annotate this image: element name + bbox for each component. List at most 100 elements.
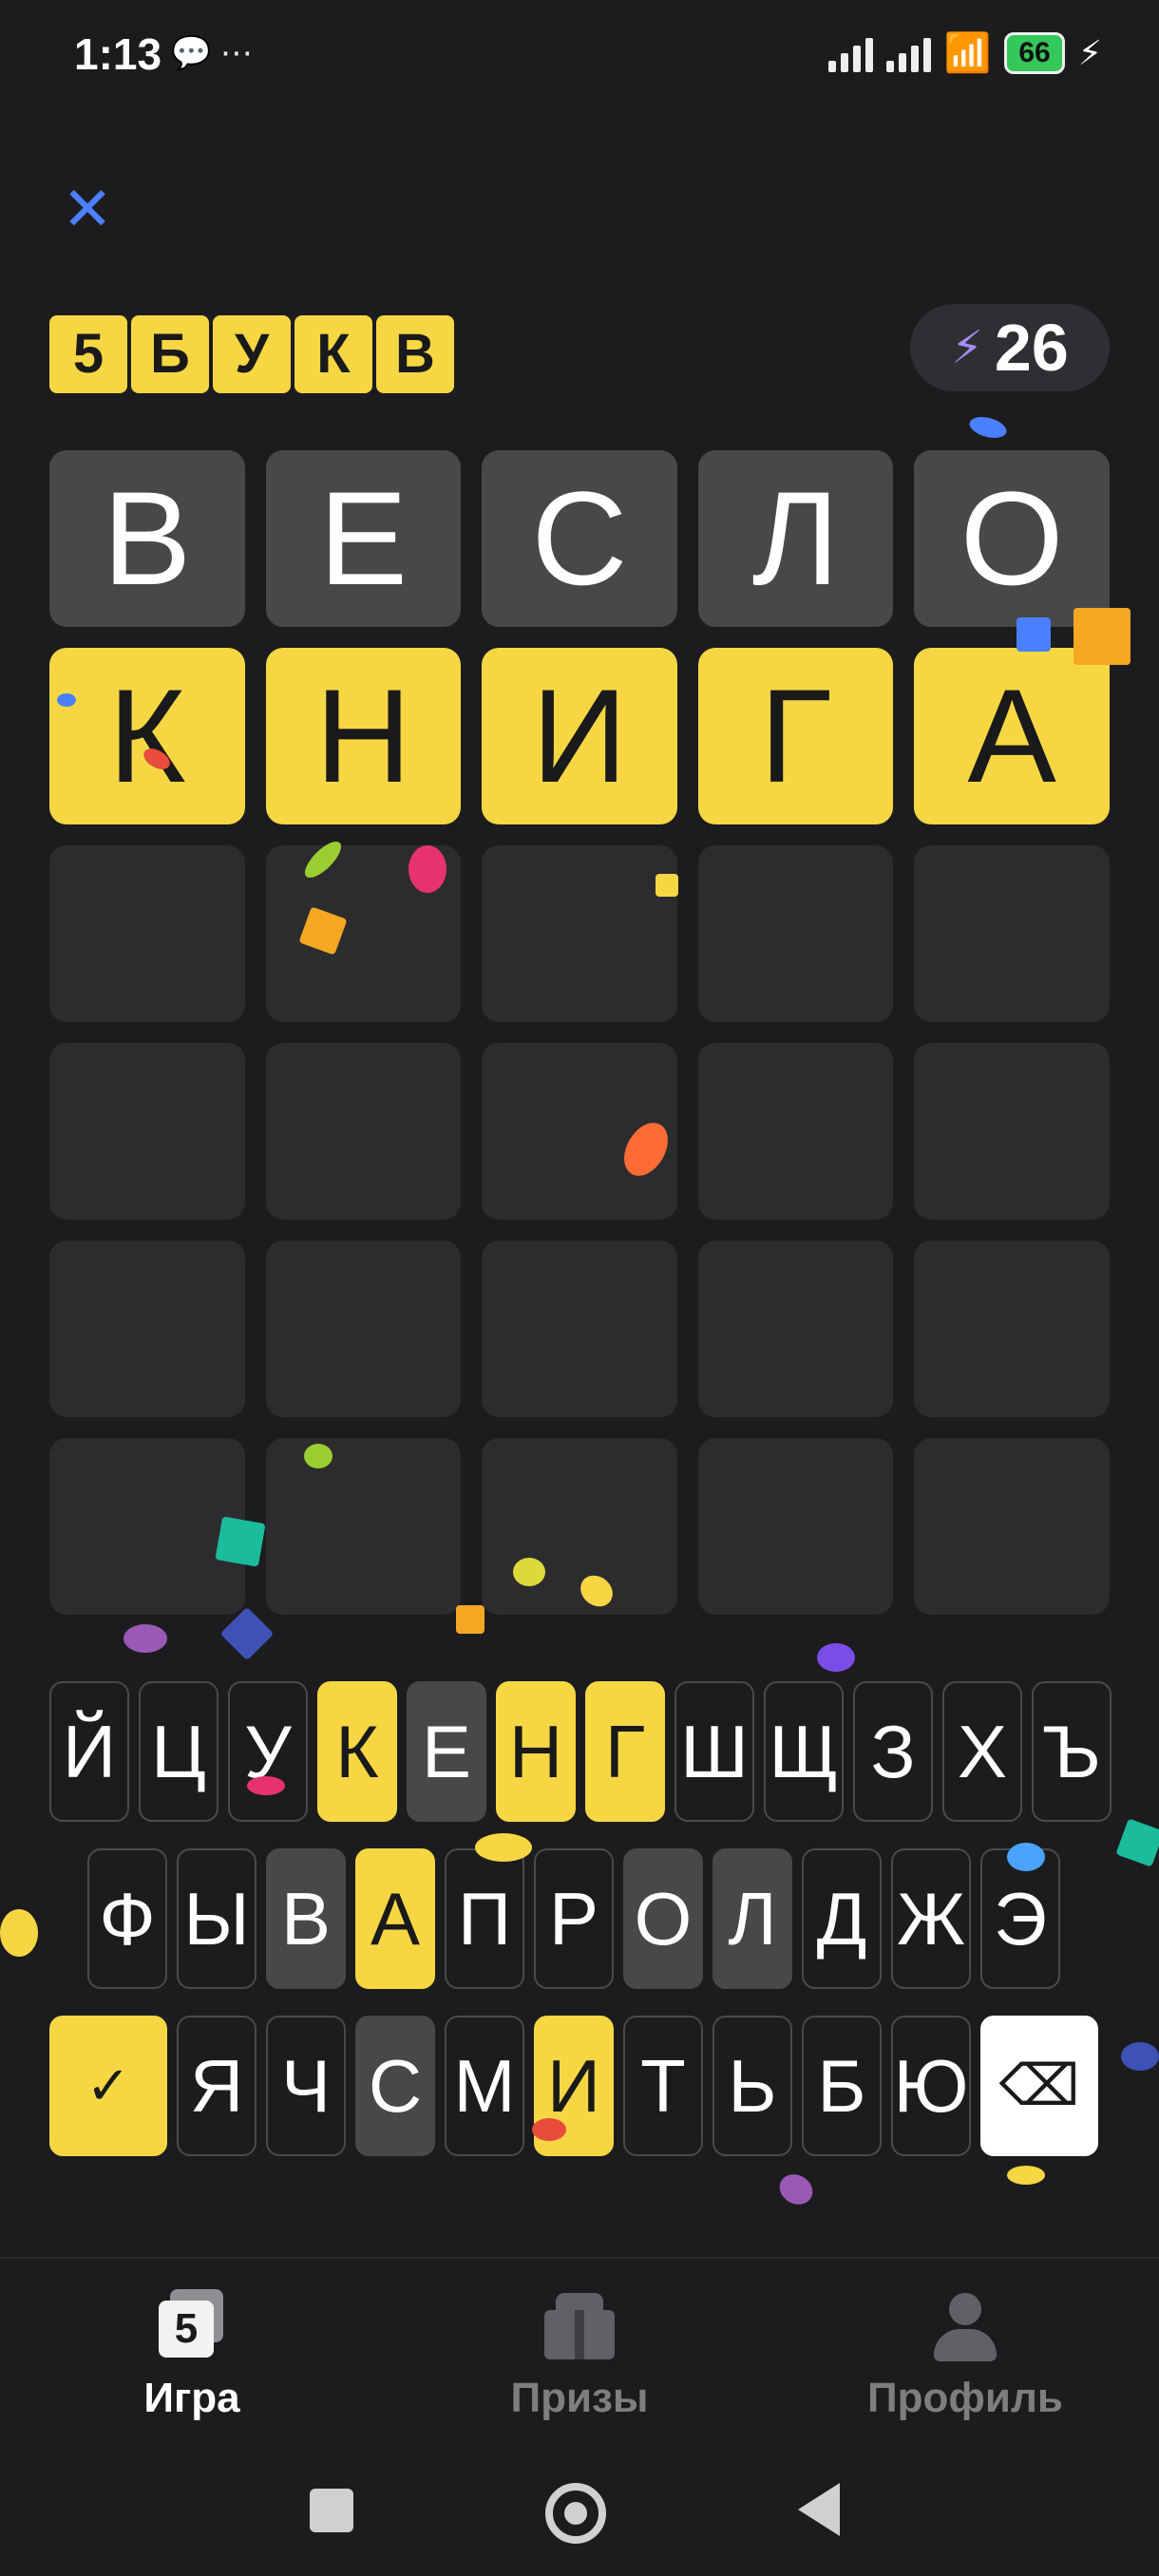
tab-game[interactable]: 5 Игра	[49, 2287, 334, 2422]
key[interactable]: Д	[802, 1848, 882, 1989]
key[interactable]: К	[317, 1681, 397, 1822]
board-tile	[482, 1043, 677, 1220]
board-tile	[697, 1043, 894, 1220]
confetti-piece	[1121, 2042, 1159, 2071]
status-time: 1:13	[74, 29, 162, 79]
close-button[interactable]: ✕	[59, 179, 116, 239]
key[interactable]: И	[534, 2016, 614, 2156]
key[interactable]: Ь	[712, 2016, 792, 2156]
board-tile	[697, 1438, 894, 1615]
key[interactable]: Й	[49, 1681, 129, 1822]
close-icon: ✕	[62, 175, 113, 243]
key[interactable]: Э	[980, 1848, 1060, 1989]
board-tile	[914, 1438, 1110, 1615]
key[interactable]: Ф	[87, 1848, 167, 1989]
board-tile	[49, 1241, 245, 1417]
profile-icon	[922, 2287, 1008, 2363]
board-tile	[914, 845, 1110, 1022]
board-row	[49, 1241, 1110, 1417]
key[interactable]: В	[266, 1848, 346, 1989]
key[interactable]: Ж	[891, 1848, 971, 1989]
board-tile	[482, 1438, 677, 1615]
key[interactable]: Ъ	[1032, 1681, 1112, 1822]
status-notification-icons: 💬 ⋯	[171, 34, 253, 72]
key[interactable]: З	[853, 1681, 933, 1822]
key[interactable]: Н	[496, 1681, 576, 1822]
brand-letter: К	[294, 315, 372, 393]
key[interactable]: М	[445, 2016, 524, 2156]
board-row	[49, 845, 1110, 1022]
board-tile	[265, 1241, 462, 1417]
keyboard-row-1: ЙЦУКЕНГШЩЗХЪ	[49, 1681, 1112, 1822]
recents-button[interactable]	[310, 2489, 353, 2532]
energy-count: 26	[994, 311, 1069, 385]
game-icon: 5	[149, 2287, 235, 2363]
battery-indicator: 66	[1004, 31, 1065, 74]
key[interactable]: П	[445, 1848, 524, 1989]
board-tile: О	[914, 450, 1110, 627]
energy-badge[interactable]: ⚡ 26	[910, 304, 1110, 391]
key[interactable]: Я	[177, 2016, 256, 2156]
confetti-piece	[967, 413, 1009, 442]
backspace-key[interactable]: ⌫	[980, 2016, 1098, 2156]
board-tile: В	[49, 450, 245, 627]
key[interactable]: А	[355, 1848, 435, 1989]
key[interactable]: О	[623, 1848, 703, 1989]
key[interactable]: Р	[534, 1848, 614, 1989]
tab-prizes[interactable]: Призы	[437, 2287, 722, 2422]
gift-icon	[537, 2287, 622, 2363]
keyboard-row-2: ФЫВАПРОЛДЖЭ	[87, 1848, 1060, 1989]
key[interactable]: Т	[623, 2016, 703, 2156]
board-tile	[49, 1438, 245, 1615]
confetti-piece	[0, 1909, 38, 1957]
key[interactable]: Е	[407, 1681, 486, 1822]
charging-icon: ⚡	[1077, 32, 1102, 72]
signal-icon-2	[885, 34, 931, 72]
key[interactable]: Ы	[177, 1848, 256, 1989]
board-tile	[914, 1241, 1110, 1417]
confetti-piece	[773, 2169, 819, 2210]
key[interactable]: Х	[942, 1681, 1022, 1822]
system-nav-bar	[0, 2451, 1159, 2576]
bolt-icon: ⚡	[951, 323, 983, 373]
keyboard-row-3: ✓ Я Ч С М И Т Ь Б Ю ⌫	[49, 2016, 1098, 2156]
board-row	[49, 1438, 1110, 1615]
board-row: КНИГА	[49, 648, 1110, 824]
board-tile: Г	[697, 648, 894, 824]
brand-letter: У	[213, 315, 291, 393]
key[interactable]: Ч	[266, 2016, 346, 2156]
key[interactable]: Л	[712, 1848, 792, 1989]
brand-letter: 5	[49, 315, 127, 393]
board-tile	[482, 845, 677, 1022]
key[interactable]: Г	[585, 1681, 665, 1822]
wifi-icon: 📶	[943, 32, 992, 74]
status-bar: 1:13 💬 ⋯ 📶 66 ⚡	[0, 0, 1159, 114]
key[interactable]: Щ	[764, 1681, 844, 1822]
board-tile: И	[482, 648, 677, 824]
board-tile: С	[482, 450, 677, 627]
brand-logo: 5БУКВ	[49, 315, 454, 393]
confetti-piece	[1115, 1818, 1159, 1867]
key[interactable]: Б	[802, 2016, 882, 2156]
board-tile: К	[49, 648, 245, 824]
back-button[interactable]	[798, 2483, 840, 2536]
key[interactable]: Ц	[139, 1681, 218, 1822]
board-tile: Н	[265, 648, 462, 824]
board-tile	[914, 1043, 1110, 1220]
board-tile	[697, 845, 894, 1022]
key[interactable]: Ш	[674, 1681, 754, 1822]
enter-key[interactable]: ✓	[49, 2016, 167, 2156]
board-tile: Л	[697, 450, 894, 627]
tab-game-label: Игра	[143, 2375, 240, 2421]
tab-profile[interactable]: Профиль	[823, 2287, 1108, 2422]
board-tile	[49, 1043, 245, 1220]
board-tile: А	[914, 648, 1110, 824]
more-notifications-icon: ⋯	[219, 35, 253, 71]
key[interactable]: У	[228, 1681, 308, 1822]
board-tile: Е	[265, 450, 462, 627]
home-button[interactable]	[545, 2483, 606, 2544]
tab-prizes-label: Призы	[510, 2375, 649, 2421]
key[interactable]: С	[355, 2016, 435, 2156]
board-tile	[49, 845, 245, 1022]
key[interactable]: Ю	[891, 2016, 971, 2156]
